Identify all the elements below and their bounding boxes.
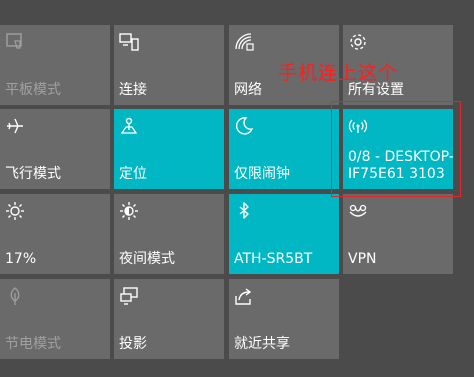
bluetooth-icon: [239, 202, 249, 219]
brightness-icon: [6, 202, 24, 220]
tile-bluetooth[interactable]: ATH-SR5BT: [229, 194, 339, 274]
moon-icon: [235, 117, 254, 135]
tile-connect[interactable]: 连接: [114, 25, 224, 105]
connect-icon: [119, 33, 139, 51]
tile-battery-saver[interactable]: 节电模式: [0, 279, 110, 359]
tile-label: 17%: [5, 251, 37, 267]
tile-label: 飞行模式: [5, 166, 61, 182]
tile-vpn[interactable]: VPN: [343, 194, 453, 274]
nearby-sharing-icon: [235, 288, 252, 305]
tile-tablet-mode[interactable]: 平板模式: [0, 25, 110, 105]
tile-label: 节电模式: [5, 336, 61, 352]
tile-label: 投影: [119, 336, 147, 352]
annotation-text: 手机连上这个: [278, 62, 399, 84]
tile-label: 网络: [234, 82, 262, 98]
tile-location[interactable]: 定位: [114, 109, 224, 189]
tile-brightness[interactable]: 17%: [0, 194, 110, 274]
project-icon: [120, 287, 138, 305]
tile-nearby-sharing[interactable]: 就近共享: [229, 279, 339, 359]
tile-night-light[interactable]: 夜间模式: [114, 194, 224, 274]
tile-label: 定位: [119, 166, 147, 182]
tile-label: 连接: [119, 82, 147, 98]
settings-gear-icon: [350, 34, 366, 50]
tile-label: 夜间模式: [119, 251, 175, 267]
annotation-highlight-box: [331, 101, 461, 197]
night-light-icon: [120, 202, 138, 220]
tile-label: 仅限闹钟: [234, 166, 290, 182]
tile-label: VPN: [348, 251, 377, 267]
tablet-mode-icon: [6, 33, 22, 49]
vpn-icon: [349, 204, 367, 217]
airplane-icon: [7, 118, 23, 134]
tile-label: 平板模式: [5, 82, 61, 98]
tile-project[interactable]: 投影: [114, 279, 224, 359]
action-center-quick-actions: 平板模式 连接 网络 所有设置 飞行模式 定位 仅限闹钟 0/8 - DESKT…: [0, 0, 474, 377]
tile-airplane-mode[interactable]: 飞行模式: [0, 109, 110, 189]
tile-label: ATH-SR5BT: [234, 251, 313, 267]
tile-quiet-hours[interactable]: 仅限闹钟: [229, 109, 339, 189]
location-icon: [120, 117, 138, 134]
network-icon: [235, 33, 254, 51]
tile-label: 就近共享: [234, 336, 290, 352]
battery-saver-icon: [10, 287, 20, 305]
